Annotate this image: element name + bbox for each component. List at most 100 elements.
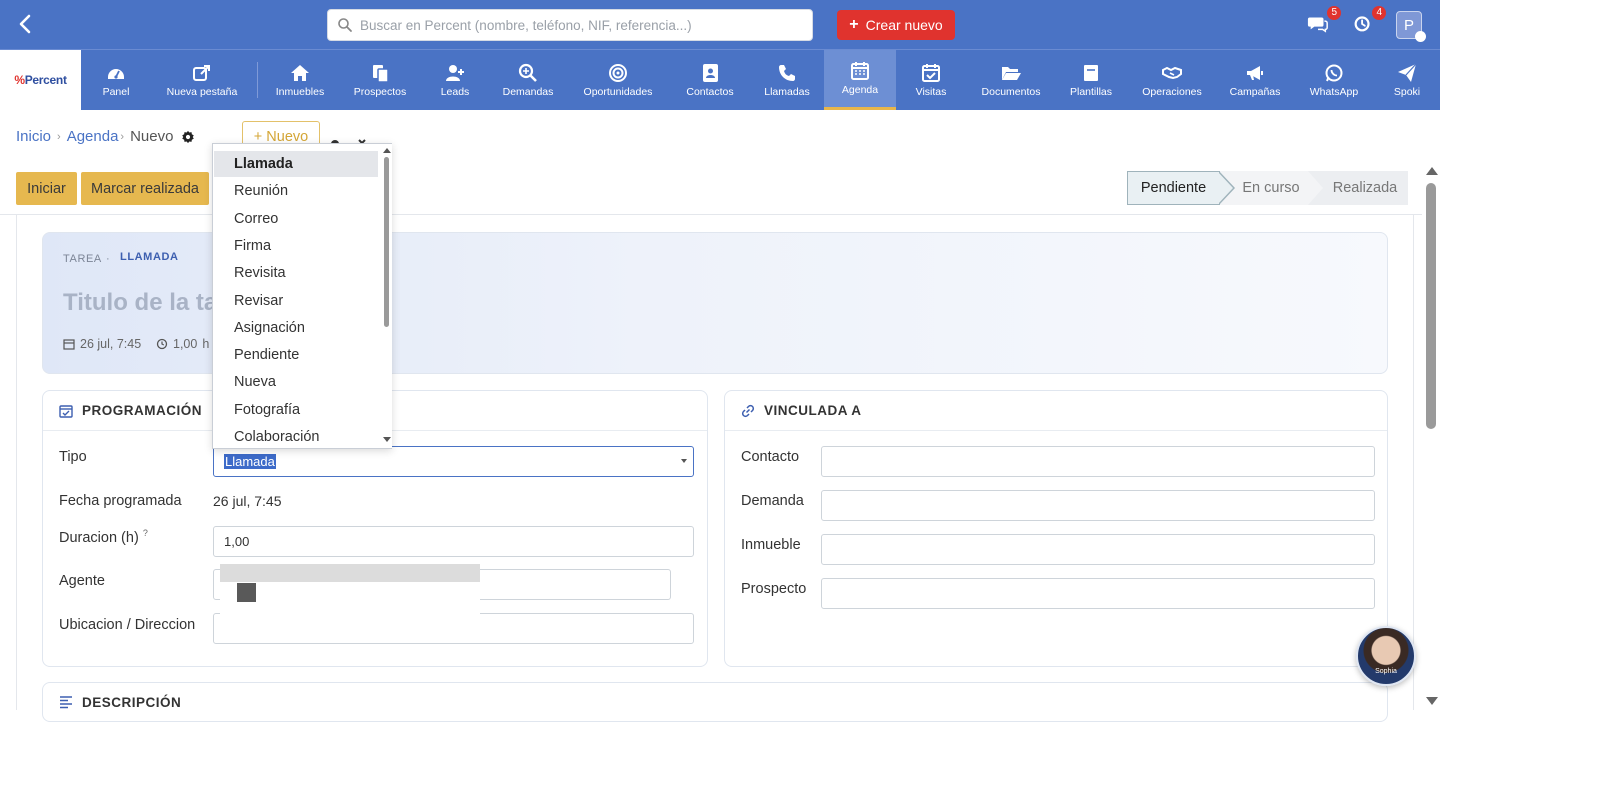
nav-item-agenda[interactable]: Agenda — [824, 50, 896, 110]
tipo-dropdown-list[interactable]: Llamada Reunión Correo Firma Revisita Revisar… — [212, 143, 392, 449]
dropdown-scrollbar[interactable] — [381, 144, 392, 448]
dropdown-option[interactable]: Firma — [214, 233, 378, 259]
marcar-realizada-button[interactable]: Marcar realizada — [81, 172, 209, 205]
chat-assistant-avatar[interactable]: Sophia — [1356, 626, 1416, 686]
nav-item-demandas[interactable]: Demandas — [502, 50, 554, 110]
inmueble-input[interactable] — [821, 534, 1375, 565]
nav-label: Contactos — [686, 85, 734, 98]
nav-label: Campañas — [1229, 85, 1281, 98]
agente-label: Agente — [59, 573, 105, 589]
search-input[interactable] — [360, 10, 805, 40]
breadcrumb-agenda[interactable]: Agenda — [67, 128, 119, 145]
nav-label: Demandas — [502, 85, 554, 98]
programacion-title: PROGRAMACIÓN — [82, 403, 202, 418]
copy-icon — [373, 64, 389, 83]
status-pipeline: Pendiente En curso Realizada — [1127, 171, 1408, 205]
calendar-icon — [851, 62, 869, 80]
contacto-input[interactable] — [821, 446, 1375, 477]
fecha-value[interactable]: 26 jul, 7:45 — [213, 493, 282, 509]
user-avatar[interactable]: P — [1396, 11, 1426, 42]
main-nav: %Percent Panel Nueva pestaña Inmuebles P… — [0, 49, 1440, 110]
vinculada-title: VINCULADA A — [764, 403, 862, 418]
percent-logo[interactable]: %Percent — [0, 50, 81, 110]
status-pendiente[interactable]: Pendiente — [1127, 171, 1235, 205]
megaphone-icon — [1247, 65, 1263, 80]
nav-label: Oportunidades — [583, 85, 653, 98]
nav-label: Operaciones — [1142, 85, 1202, 98]
whatsapp-icon — [1325, 64, 1343, 81]
nav-item-operaciones[interactable]: Operaciones — [1140, 50, 1204, 110]
dropdown-option[interactable]: Colaboración — [214, 424, 378, 450]
nav-label: Prospectos — [353, 85, 407, 98]
back-arrow-icon[interactable] — [14, 12, 38, 36]
nav-item-campanas[interactable]: Campañas — [1228, 50, 1282, 110]
nav-item-llamadas[interactable]: Llamadas — [762, 50, 812, 110]
page-scrollbar[interactable] — [1422, 161, 1440, 710]
scroll-up-icon[interactable] — [383, 148, 391, 153]
prospecto-input[interactable] — [821, 578, 1375, 609]
status-label: Realizada — [1332, 180, 1398, 196]
nav-item-oportunidades[interactable]: Oportunidades — [580, 50, 656, 110]
gear-icon[interactable] — [181, 130, 195, 144]
breadcrumb: Inicio › Agenda › Nuevo — [16, 128, 195, 145]
dropdown-option[interactable]: Revisita — [214, 260, 378, 286]
nav-item-visitas[interactable]: Visitas — [914, 50, 948, 110]
nav-label: Nueva pestaña — [166, 85, 238, 98]
nav-item-panel[interactable]: Panel — [96, 50, 136, 110]
dropdown-option[interactable]: Asignación — [214, 315, 378, 341]
nav-item-spoki[interactable]: Spoki — [1392, 50, 1422, 110]
dropdown-option[interactable]: Nueva — [214, 369, 378, 395]
status-dot — [1415, 31, 1426, 42]
target-icon — [609, 63, 627, 82]
iniciar-button[interactable]: Iniciar — [16, 172, 77, 205]
crear-nuevo-button[interactable]: + Crear nuevo — [837, 10, 955, 40]
nav-label: Visitas — [915, 85, 947, 98]
descripcion-panel[interactable]: DESCRIPCIÓN — [42, 682, 1388, 722]
dropdown-option[interactable]: Llamada — [214, 151, 378, 177]
breadcrumb-inicio[interactable]: Inicio — [16, 128, 51, 145]
folder-open-icon — [1002, 66, 1021, 80]
nav-label: WhatsApp — [1309, 85, 1359, 98]
tipo-select[interactable]: Llamada — [213, 446, 694, 477]
scroll-thumb[interactable] — [1426, 183, 1436, 429]
nav-item-prospectos[interactable]: Prospectos — [352, 50, 408, 110]
nav-item-nueva-pestana[interactable]: Nueva pestaña — [163, 50, 241, 110]
duracion-label: Duracion (h) ? — [59, 528, 148, 546]
nav-label: Spoki — [1393, 85, 1421, 98]
dropdown-option[interactable]: Correo — [214, 206, 378, 232]
nav-label: Leads — [440, 85, 470, 98]
scroll-thumb[interactable] — [384, 157, 389, 327]
hero-duration: 1,00 h — [156, 337, 209, 351]
nav-item-contactos[interactable]: Contactos — [684, 50, 736, 110]
scroll-down-icon[interactable] — [1426, 697, 1438, 705]
nav-item-inmuebles[interactable]: Inmuebles — [274, 50, 326, 110]
template-icon — [1084, 64, 1098, 81]
duracion-label-text: Duracion (h) — [59, 529, 139, 546]
dropdown-option[interactable]: Revisar — [214, 288, 378, 314]
top-bar: + Crear nuevo 5 4 P — [0, 0, 1440, 49]
nav-item-whatsapp[interactable]: WhatsApp — [1306, 50, 1362, 110]
demanda-label: Demanda — [741, 493, 804, 509]
nav-item-documentos[interactable]: Documentos — [978, 50, 1044, 110]
nav-item-leads[interactable]: Leads — [440, 50, 470, 110]
search-icon — [338, 18, 352, 32]
hero-date-text: 26 jul, 7:45 — [80, 337, 142, 351]
nav-divider — [257, 62, 258, 98]
messages-icon[interactable]: 5 — [1307, 6, 1341, 36]
duracion-input[interactable]: 1,00 — [213, 526, 694, 557]
scroll-down-icon[interactable] — [383, 437, 391, 442]
status-realizada[interactable]: Realizada — [1308, 171, 1408, 205]
demanda-input[interactable] — [821, 490, 1375, 521]
chevron-down-icon — [681, 459, 687, 463]
link-icon — [741, 404, 755, 417]
plus-icon: + — [849, 16, 859, 33]
global-search[interactable] — [327, 9, 813, 41]
scroll-up-icon[interactable] — [1426, 167, 1438, 175]
dropdown-option[interactable]: Fotografía — [214, 397, 378, 423]
dropdown-option[interactable]: Reunión — [214, 178, 378, 204]
notifications-icon[interactable]: 4 — [1352, 6, 1386, 36]
nav-item-plantillas[interactable]: Plantillas — [1068, 50, 1114, 110]
help-icon[interactable]: ? — [143, 528, 148, 538]
duracion-value: 1,00 — [224, 534, 250, 549]
dropdown-option[interactable]: Pendiente — [214, 342, 378, 368]
